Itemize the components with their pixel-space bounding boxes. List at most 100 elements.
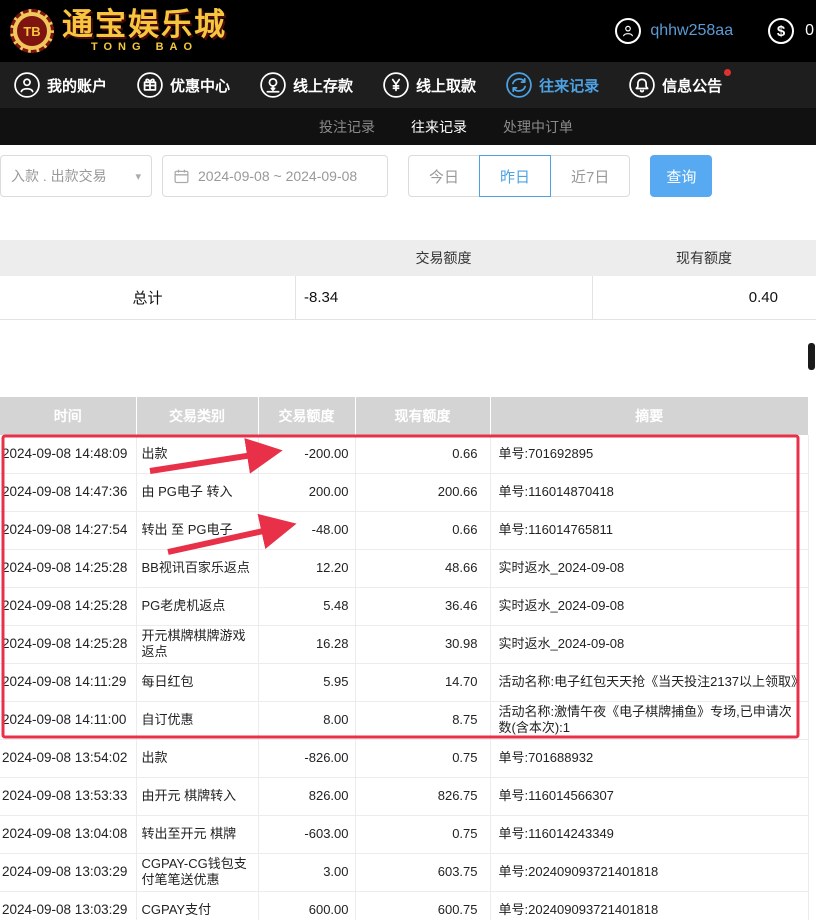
table-row: 2024-09-08 14:11:29每日红包5.9514.70活动名称:电子红… [0, 663, 808, 701]
main-nav: 我的账户 优惠中心 线上存款 线上取款 往来记录 [0, 62, 816, 108]
table-cell: 5.48 [258, 587, 355, 625]
transactions-table-wrap: 时间 交易类别 交易额度 现有额度 摘要 2024-09-08 14:48:09… [0, 397, 816, 920]
table-cell: 单号:116014765811 [490, 511, 808, 549]
quick-date-buttons: 今日 昨日 近7日 [408, 155, 630, 197]
nav-label: 线上取款 [416, 75, 476, 96]
table-cell: 2024-09-08 14:48:09 [0, 435, 136, 473]
notification-dot [724, 69, 731, 76]
table-cell: 开元棋牌棋牌游戏返点 [136, 625, 258, 663]
table-cell: 实时返水_2024-09-08 [490, 625, 808, 663]
col-amount: 交易额度 [258, 397, 355, 435]
brand-logo[interactable]: TB 通宝娱乐城 TONG BAO [10, 9, 227, 53]
avatar-icon [615, 18, 641, 44]
table-cell: 单号:701688932 [490, 739, 808, 777]
table-cell: 2024-09-08 13:03:29 [0, 891, 136, 920]
table-cell: 600.00 [258, 891, 355, 920]
wallet-balance: 0 [805, 22, 814, 40]
summary-balance-total: 0.40 [592, 276, 816, 319]
table-cell: 16.28 [258, 625, 355, 663]
table-cell: 0.75 [355, 815, 490, 853]
summary-header-trade: 交易额度 [295, 248, 592, 268]
nav-item-promotions[interactable]: 优惠中心 [137, 72, 230, 98]
table-cell: BB视讯百家乐返点 [136, 549, 258, 587]
table-cell: 实时返水_2024-09-08 [490, 587, 808, 625]
tab-processing-orders[interactable]: 处理中订单 [503, 117, 573, 137]
table-row: 2024-09-08 14:48:09出款-200.000.66单号:70169… [0, 435, 808, 473]
tab-bet-records[interactable]: 投注记录 [319, 117, 375, 137]
brand-text: 通宝娱乐城 TONG BAO [62, 9, 227, 53]
table-cell: 200.00 [258, 473, 355, 511]
wallet-dollar-icon[interactable]: $ [768, 18, 794, 44]
nav-label: 信息公告 [662, 75, 722, 96]
nav-item-deposit[interactable]: 线上存款 [260, 72, 353, 98]
nav-label: 往来记录 [539, 75, 599, 96]
table-cell: 0.66 [355, 511, 490, 549]
nav-label: 我的账户 [47, 75, 107, 96]
nav-item-withdraw[interactable]: 线上取款 [383, 72, 476, 98]
nav-item-my-account[interactable]: 我的账户 [14, 72, 107, 98]
table-cell: 8.00 [258, 701, 355, 739]
username[interactable]: qhhw258aa [650, 22, 733, 40]
nav-item-announcements[interactable]: 信息公告 [629, 72, 722, 98]
table-row: 2024-09-08 14:27:54转出 至 PG电子-48.000.66单号… [0, 511, 808, 549]
chip-label: TB [17, 16, 47, 46]
table-cell: 2024-09-08 14:25:28 [0, 587, 136, 625]
table-cell: 由开元 棋牌转入 [136, 777, 258, 815]
table-cell: 2024-09-08 14:11:00 [0, 701, 136, 739]
user-icon [14, 72, 40, 98]
table-cell: 2024-09-08 13:04:08 [0, 815, 136, 853]
summary-row: 总计 -8.34 0.40 [0, 276, 816, 320]
table-cell: 2024-09-08 14:11:29 [0, 663, 136, 701]
scrollbar-thumb[interactable] [808, 343, 815, 370]
table-row: 2024-09-08 14:25:28开元棋牌棋牌游戏返点16.2830.98实… [0, 625, 808, 663]
table-cell: 8.75 [355, 701, 490, 739]
search-button[interactable]: 查询 [650, 155, 712, 197]
table-cell: 12.20 [258, 549, 355, 587]
filter-bar: 入款 . 出款交易 ▾ 2024-09-08 ~ 2024-09-08 今日 昨… [0, 155, 816, 197]
table-cell: 2024-09-08 14:27:54 [0, 511, 136, 549]
table-cell: 单号:701692895 [490, 435, 808, 473]
summary-trade-total: -8.34 [295, 276, 592, 319]
table-cell: 0.66 [355, 435, 490, 473]
date-range-input[interactable]: 2024-09-08 ~ 2024-09-08 [162, 155, 388, 197]
table-cell: 实时返水_2024-09-08 [490, 549, 808, 587]
table-cell: 活动名称:激情午夜《电子棋牌捕鱼》专场,已申请次数(含本次):1 [490, 701, 808, 739]
today-button[interactable]: 今日 [408, 155, 480, 197]
table-cell: 2024-09-08 14:25:28 [0, 625, 136, 663]
table-cell: 14.70 [355, 663, 490, 701]
col-balance: 现有额度 [355, 397, 490, 435]
table-cell: -48.00 [258, 511, 355, 549]
last7days-button[interactable]: 近7日 [550, 155, 630, 197]
dollar-sign: $ [777, 23, 785, 40]
table-cell: 转出至开元 棋牌 [136, 815, 258, 853]
date-range-value: 2024-09-08 ~ 2024-09-08 [198, 168, 357, 184]
summary-section: 交易额度 现有额度 总计 -8.34 0.40 [0, 240, 816, 320]
bell-icon [629, 72, 655, 98]
table-cell: 自订优惠 [136, 701, 258, 739]
table-cell: 每日红包 [136, 663, 258, 701]
table-cell: 转出 至 PG电子 [136, 511, 258, 549]
table-cell: 单号:116014566307 [490, 777, 808, 815]
col-summary: 摘要 [490, 397, 808, 435]
table-row: 2024-09-08 13:53:33由开元 棋牌转入826.00826.75单… [0, 777, 808, 815]
transactions-tbody: 2024-09-08 14:48:09出款-200.000.66单号:70169… [0, 435, 808, 920]
tab-transaction-records[interactable]: 往来记录 [411, 117, 467, 137]
transactions-table: 时间 交易类别 交易额度 现有额度 摘要 2024-09-08 14:48:09… [0, 397, 809, 920]
table-cell: 200.66 [355, 473, 490, 511]
table-row: 2024-09-08 14:25:28BB视讯百家乐返点12.2048.66实时… [0, 549, 808, 587]
table-cell: 2024-09-08 13:54:02 [0, 739, 136, 777]
table-cell: 600.75 [355, 891, 490, 920]
gift-icon [137, 72, 163, 98]
calendar-icon [173, 168, 190, 185]
table-cell: CGPAY-CG钱包支付笔笔送优惠 [136, 853, 258, 891]
transaction-type-select[interactable]: 入款 . 出款交易 ▾ [0, 155, 152, 197]
table-cell: 48.66 [355, 549, 490, 587]
table-header: 时间 交易类别 交易额度 现有额度 摘要 [0, 397, 808, 435]
table-cell: 单号:202409093721401818 [490, 891, 808, 920]
nav-item-transactions[interactable]: 往来记录 [506, 72, 599, 98]
page: TB 通宝娱乐城 TONG BAO qhhw258aa $ 0 [0, 0, 816, 920]
chevron-down-icon: ▾ [135, 170, 141, 183]
table-cell: 2024-09-08 13:03:29 [0, 853, 136, 891]
yesterday-button[interactable]: 昨日 [479, 155, 551, 197]
table-cell: 出款 [136, 435, 258, 473]
